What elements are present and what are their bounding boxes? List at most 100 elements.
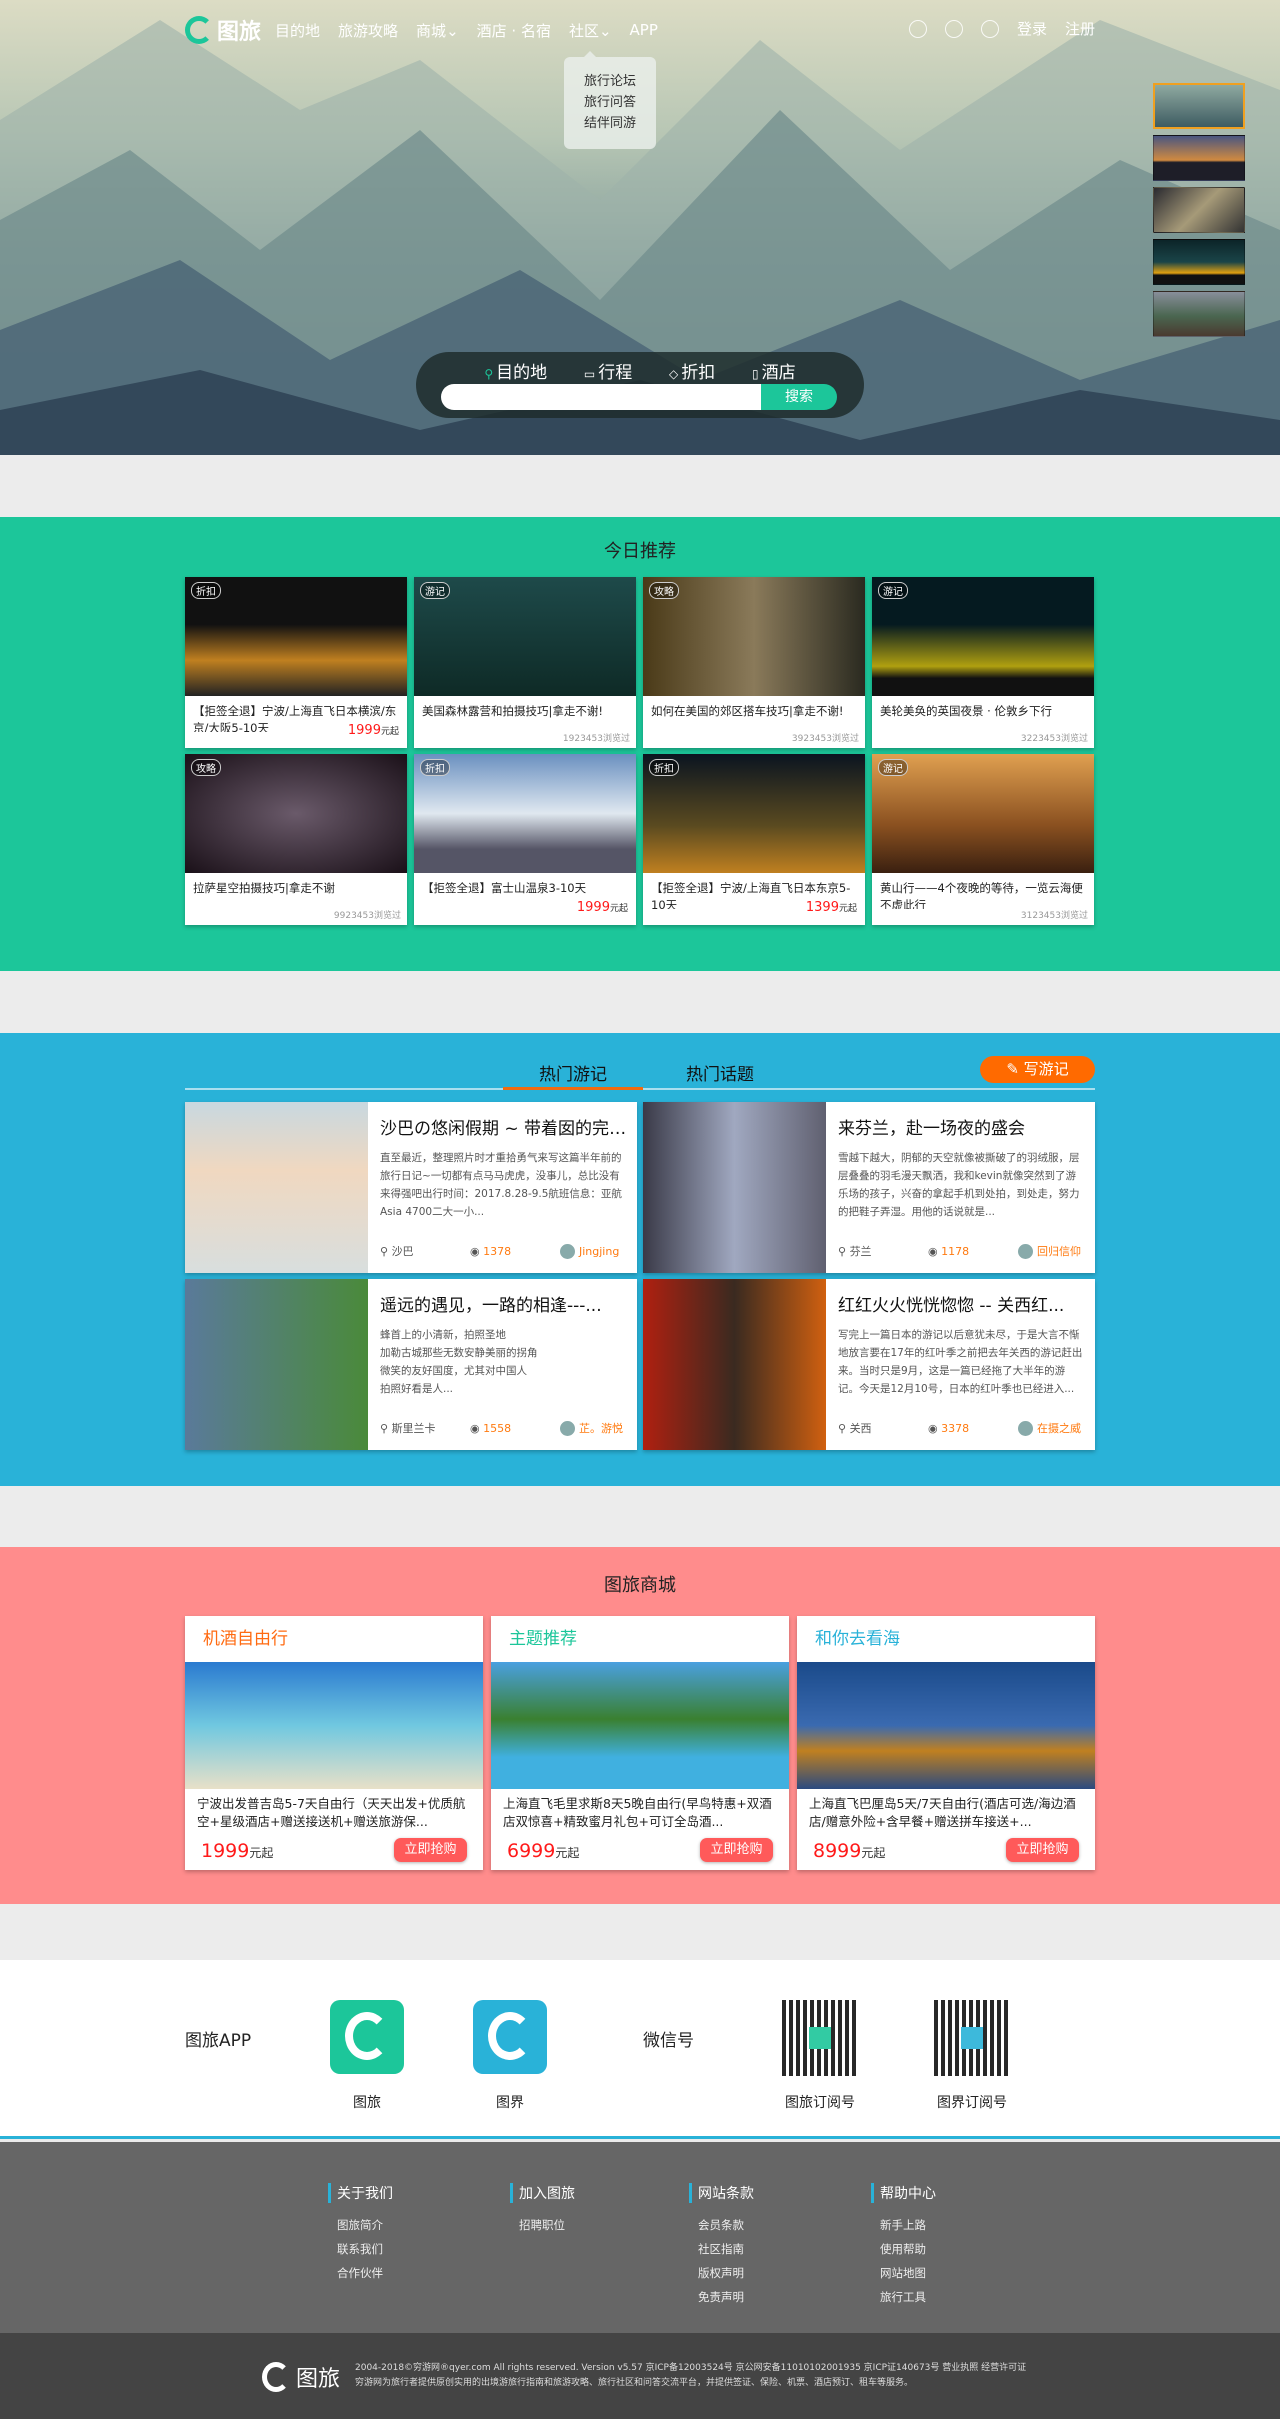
- wechat-icon[interactable]: [908, 19, 927, 38]
- chevron-down-icon: ⌄: [446, 21, 459, 40]
- footer-bottom: 图旅 2004-2018©穷游网®qyer.com All rights res…: [0, 2333, 1280, 2419]
- card-price: 1999元起: [347, 723, 399, 738]
- banner-thumb[interactable]: [1153, 83, 1245, 129]
- footer-column: 加入图旅 招聘职位: [510, 2183, 575, 2237]
- nav-guides[interactable]: 旅游攻略: [338, 20, 398, 41]
- write-note-button[interactable]: ✎ 写游记: [980, 1056, 1095, 1083]
- footer-link[interactable]: 联系我们: [328, 2237, 393, 2261]
- banner-thumb[interactable]: [1153, 291, 1245, 337]
- recommend-card[interactable]: 攻略 拉萨星空拍摄技巧|拿走不谢 9923453浏览过: [185, 754, 407, 925]
- search-input[interactable]: [441, 384, 776, 410]
- card-tag: 游记: [420, 582, 450, 599]
- product-card[interactable]: 和你去看海 上海直飞巴厘岛5天/7天自由行(酒店可选/海边酒店/赠意外险+含早餐+…: [797, 1616, 1095, 1870]
- recommend-card[interactable]: 攻略 如何在美国的郊区搭车技巧|拿走不谢! 3923453浏览过: [643, 577, 865, 748]
- logo[interactable]: 图旅: [185, 14, 261, 46]
- nav-shop[interactable]: 商城⌄: [416, 20, 459, 41]
- menu-item-forum[interactable]: 旅行论坛: [564, 71, 656, 92]
- signpost-icon: ⚲: [484, 367, 494, 381]
- travel-note-card[interactable]: 来芬兰，赴一场夜的盛会 雪越下越大，阴郁的天空就像被撕破了的羽绒服，层层叠叠的羽毛…: [643, 1102, 1095, 1273]
- card-views: 1923453浏览过: [562, 734, 630, 744]
- card-image: 游记: [872, 577, 1094, 696]
- card-price: 1999元起: [201, 1840, 274, 1862]
- footer-link[interactable]: 招聘职位: [510, 2213, 575, 2237]
- search-tab-destination[interactable]: ⚲ 目的地: [484, 358, 547, 383]
- qq-icon[interactable]: [944, 19, 963, 38]
- app-name: 图界: [496, 2095, 524, 2111]
- recommend-card[interactable]: 游记 美轮美奂的英国夜景 · 伦敦乡下行 3223453浏览过: [872, 577, 1094, 748]
- tab-hot-topics[interactable]: 热门话题: [650, 1060, 790, 1090]
- register-link[interactable]: 注册: [1065, 18, 1095, 39]
- qr-code-icon: [934, 2000, 1010, 2076]
- card-views: ◉ 3378: [928, 1421, 970, 1435]
- card-location: ⚲ 关西: [838, 1422, 872, 1435]
- banner-thumb[interactable]: [1153, 187, 1245, 233]
- card-image: 折扣: [643, 754, 865, 873]
- footer-link[interactable]: 旅行工具: [871, 2285, 936, 2309]
- product-card[interactable]: 机酒自由行 宁波出发普吉岛5-7天自由行（天天出发+优质航空+星级酒店+赠送接送机…: [185, 1616, 483, 1870]
- recommend-card[interactable]: 游记 美国森林露营和拍摄技巧|拿走不谢! 1923453浏览过: [414, 577, 636, 748]
- footer-column-title: 关于我们: [328, 2183, 393, 2203]
- recommend-card[interactable]: 游记 黄山行——4个夜晚的等待，一览云海便不虚此行 3123453浏览过: [872, 754, 1094, 925]
- footer-link[interactable]: 合作伙伴: [328, 2261, 393, 2285]
- hotel-icon: ▯: [752, 367, 759, 381]
- avatar: [1018, 1243, 1033, 1259]
- card-location: ⚲ 沙巴: [380, 1245, 414, 1258]
- travel-note-card[interactable]: 遥远的遇见，一路的相逢---... 蜂首上的小清新，拍照圣地 加勒古城那些无数安静…: [185, 1279, 637, 1450]
- recommend-card[interactable]: 折扣 【拒签全退】宁波/上海直飞日本横滨/东京/大阪5-10天 1999元起: [185, 577, 407, 748]
- card-author[interactable]: 在摄之威: [1018, 1420, 1081, 1436]
- card-excerpt: 蜂首上的小清新，拍照圣地 加勒古城那些无数安静美丽的拐角 微笑的友好国度，尤其对…: [380, 1329, 538, 1395]
- card-author[interactable]: Jingjing: [560, 1243, 619, 1259]
- card-author[interactable]: 回归信仰: [1018, 1243, 1081, 1259]
- tulv-app-icon[interactable]: [330, 2000, 404, 2074]
- card-title: 红红火火恍恍惚惚 -- 关西红...: [838, 1296, 1065, 1316]
- travel-note-card[interactable]: 红红火火恍恍惚惚 -- 关西红... 写完上一篇日本的游记以后意犹未尽，于是大言不…: [643, 1279, 1095, 1450]
- app-label: 图旅APP: [185, 2031, 252, 2051]
- buy-now-button[interactable]: 立即抢购: [394, 1838, 467, 1862]
- menu-item-qa[interactable]: 旅行问答: [564, 92, 656, 113]
- nav-hotels[interactable]: 酒店 · 名宿: [477, 20, 551, 41]
- main-nav: 图旅 目的地 旅游攻略 商城⌄ 酒店 · 名宿 社区⌄ APP: [185, 14, 676, 46]
- buy-now-button[interactable]: 立即抢购: [1006, 1838, 1079, 1862]
- search-tab-hotel[interactable]: ▯ 酒店: [752, 358, 796, 383]
- user-nav: 登录 注册: [908, 18, 1095, 39]
- card-price: 8999元起: [813, 1840, 886, 1862]
- banner-thumb[interactable]: [1153, 239, 1245, 285]
- footer-link[interactable]: 社区指南: [689, 2237, 754, 2261]
- card-title: 宁波出发普吉岛5-7天自由行（天天出发+优质航空+星级酒店+赠送接送机+赠送旅游…: [197, 1796, 466, 1829]
- recommend-card[interactable]: 折扣 【拒签全退】宁波/上海直飞日本东京5-10天 1399元起: [643, 754, 865, 925]
- nav-app[interactable]: APP: [630, 21, 658, 39]
- card-views: 9923453浏览过: [333, 911, 401, 921]
- card-title: 黄山行——4个夜晚的等待，一览云海便不虚此行: [880, 881, 1083, 909]
- card-excerpt: 雪越下越大，阴郁的天空就像被撕破了的羽绒服，层层叠叠的羽毛漫天飘洒，我和kevi…: [838, 1152, 1080, 1218]
- nav-destination[interactable]: 目的地: [275, 20, 320, 41]
- footer-link[interactable]: 免责声明: [689, 2285, 754, 2309]
- card-title: 沙巴の悠闲假期 ~ 带着囡的完全...: [380, 1119, 627, 1139]
- tujie-app-icon[interactable]: [473, 2000, 547, 2074]
- footer-link[interactable]: 图旅简介: [328, 2213, 393, 2237]
- card-image: [185, 1279, 368, 1450]
- card-price: 6999元起: [507, 1840, 580, 1862]
- search-button[interactable]: 搜索: [761, 384, 837, 410]
- copyright-text: 2004-2018©穷游网®qyer.com All rights reserv…: [355, 2363, 1027, 2373]
- buy-now-button[interactable]: 立即抢购: [700, 1838, 773, 1862]
- eye-icon: ◉: [470, 1244, 484, 1258]
- search-tab-discount[interactable]: ◇ 折扣: [669, 358, 715, 383]
- menu-item-companion[interactable]: 结伴同游: [564, 113, 656, 134]
- banner-thumb[interactable]: [1153, 135, 1245, 181]
- footer-link[interactable]: 使用帮助: [871, 2237, 936, 2261]
- card-title: 美轮美奂的英国夜景 · 伦敦乡下行: [880, 704, 1052, 718]
- travel-note-card[interactable]: 沙巴の悠闲假期 ~ 带着囡的完全... 直至最近，整理照片时才重拾勇气来写这篇半年…: [185, 1102, 637, 1273]
- nav-community[interactable]: 社区⌄: [569, 20, 612, 41]
- weibo-icon[interactable]: [980, 19, 999, 38]
- login-link[interactable]: 登录: [1017, 18, 1047, 39]
- footer-link[interactable]: 新手上路: [871, 2213, 936, 2237]
- search-tab-itinerary[interactable]: ▭ 行程: [584, 358, 632, 383]
- footer-link[interactable]: 版权声明: [689, 2261, 754, 2285]
- footer-link[interactable]: 网站地图: [871, 2261, 936, 2285]
- recommend-card[interactable]: 折扣 【拒签全退】富士山温泉3-10天 1999元起: [414, 754, 636, 925]
- tab-hot-notes[interactable]: 热门游记: [503, 1060, 643, 1090]
- footer-link[interactable]: 会员条款: [689, 2213, 754, 2237]
- card-author[interactable]: 芷。游悦: [560, 1420, 623, 1436]
- product-card[interactable]: 主题推荐 上海直飞毛里求斯8天5晚自由行(早鸟特惠+双酒店双惊喜+精致蜜月礼包+可…: [491, 1616, 789, 1870]
- footer-logo: 图旅: [262, 2361, 340, 2393]
